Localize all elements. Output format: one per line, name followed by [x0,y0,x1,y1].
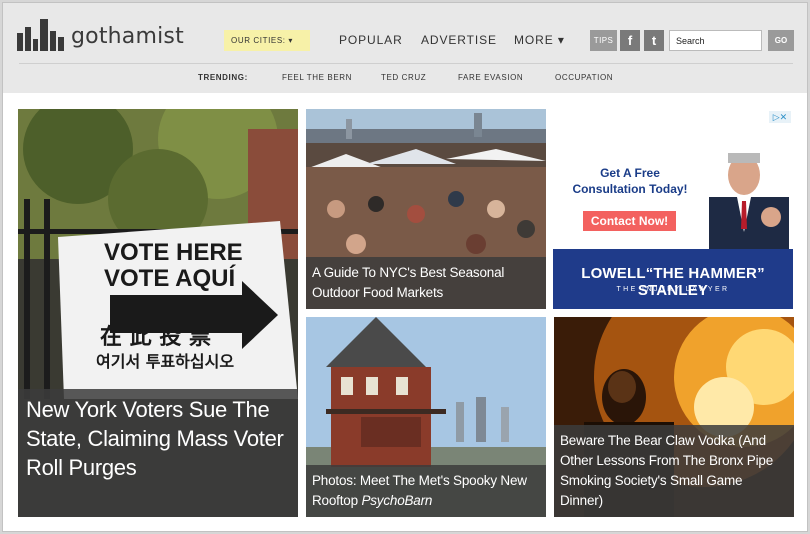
story-headline[interactable]: Beware The Bear Claw Vodka (And Other Le… [554,425,794,517]
lawyer-portrait [709,153,789,252]
header-divider [19,63,793,64]
story-card-psychobarn[interactable]: Photos: Meet The Met's Spooky New Roofto… [306,317,546,517]
story-headline[interactable]: New York Voters Sue The State, Claiming … [18,389,298,517]
story-headline[interactable]: Photos: Meet The Met's Spooky New Roofto… [306,465,546,517]
ad-lawyer-subtitle: THE INJURY LAWYER [616,286,730,293]
story-card-bear-claw-vodka[interactable]: Beware The Bear Claw Vodka (And Other Le… [554,317,794,517]
search-input[interactable] [669,30,762,51]
ad-lawyer-name: LOWELL“THE HAMMER” STANLEY [581,265,765,299]
trending-item-ted-cruz[interactable]: TED CRUZ [381,73,426,82]
nav-advertise[interactable]: ADVERTISE [421,33,497,47]
search-go-button[interactable]: GO [768,30,794,51]
site-header: gothamist OUR CITIES: ▾ POPULAR ADVERTIS… [3,3,807,93]
gothamist-logo[interactable]: gothamist [17,11,184,51]
facebook-icon[interactable]: f [620,30,640,51]
ad-banner: LOWELL“THE HAMMER” STANLEY THE INJURY LA… [553,249,793,309]
sign-line-korean: 여기서 투표하십시오 [96,352,234,371]
sign-line-vote-aqui: VOTE AQUÍ [104,264,236,292]
skyline-logo-icon [17,19,64,51]
nav-popular[interactable]: POPULAR [339,33,403,47]
adchoices-icon[interactable]: ▷✕ [769,111,791,123]
sign-line-vote-here: VOTE HERE [104,239,243,266]
trending-item-occupation[interactable]: OCCUPATION [555,73,613,82]
sign-line-chinese: 在 此 投 票 [100,324,211,350]
our-cities-dropdown[interactable]: OUR CITIES: ▾ [224,30,310,51]
logo-wordmark: gothamist [71,24,184,49]
nav-more[interactable]: MORE ▾ [514,33,565,47]
advertisement-lawyer[interactable]: ▷✕ Get A Free Consultation Today! Contac… [553,109,793,309]
headline-italic: PsychoBarn [361,493,433,508]
trending-item-feel-the-bern[interactable]: FEEL THE BERN [282,73,352,82]
trending-item-fare-evasion[interactable]: FARE EVASION [458,73,523,82]
story-card-food-markets[interactable]: A Guide To NYC's Best Seasonal Outdoor F… [306,109,546,309]
ad-headline: Get A Free Consultation Today! [572,166,688,196]
ad-contact-button[interactable]: Contact Now! [583,211,676,231]
twitter-icon[interactable]: t [644,30,664,51]
browser-page: gothamist OUR CITIES: ▾ POPULAR ADVERTIS… [2,2,808,532]
tips-button[interactable]: TIPS [590,30,617,51]
trending-label: TRENDING: [198,73,248,82]
story-headline[interactable]: A Guide To NYC's Best Seasonal Outdoor F… [306,257,546,309]
story-card-voters[interactable]: VOTE HERE VOTE AQUÍ 在 此 投 票 여기서 투표하십시오 N… [18,109,298,517]
